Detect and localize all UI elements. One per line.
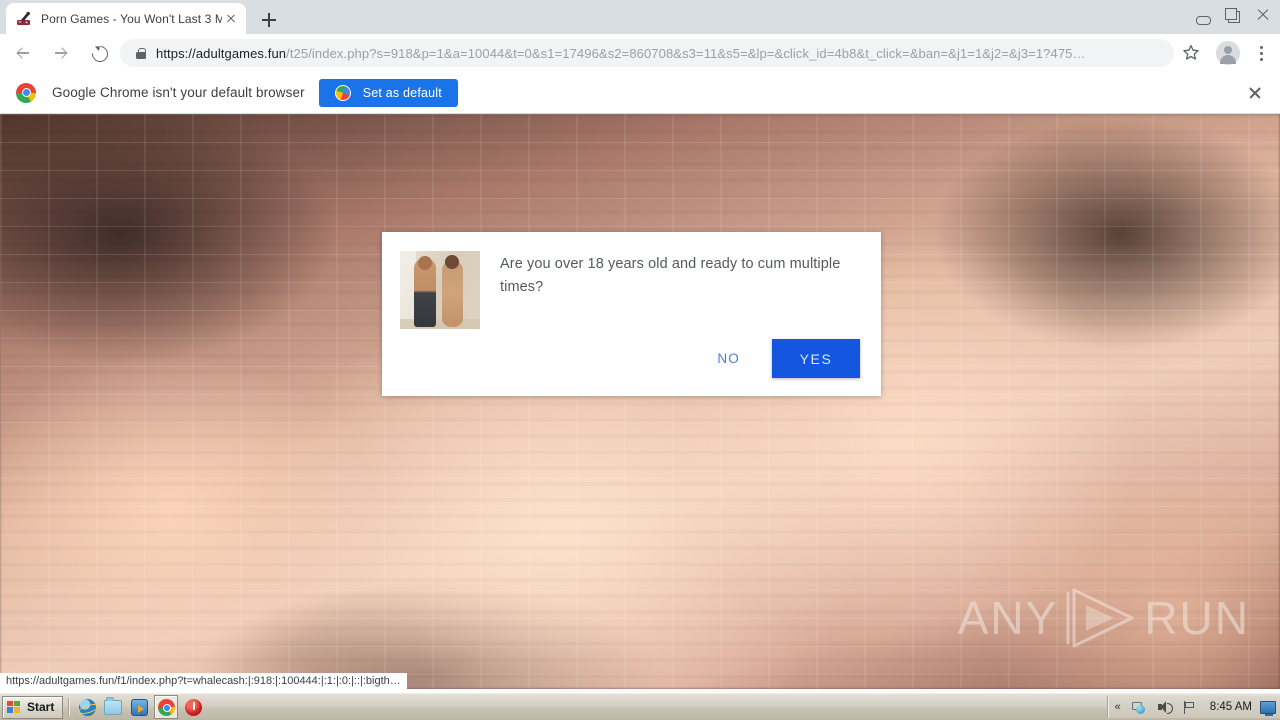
- start-button[interactable]: Start: [2, 695, 64, 719]
- link-status-bubble: https://adultgames.fun/f1/index.php?t=wh…: [0, 673, 407, 689]
- chrome-icon[interactable]: [154, 695, 179, 719]
- window-controls: [1188, 0, 1278, 30]
- arrow-left-icon: [17, 47, 29, 59]
- windows-default-apps-icon: [334, 84, 351, 101]
- close-icon[interactable]: [222, 10, 240, 28]
- avatar[interactable]: [1216, 41, 1240, 65]
- reload-icon: [88, 42, 112, 66]
- minimize-icon[interactable]: [1188, 0, 1218, 30]
- back-button[interactable]: [8, 38, 38, 68]
- chrome-menu-icon[interactable]: [1250, 40, 1272, 66]
- address-bar[interactable]: https://adultgames.fun/t25/index.php?s=9…: [120, 39, 1174, 67]
- gamepad-icon: [16, 11, 32, 27]
- default-browser-infobar: Google Chrome isn't your default browser…: [0, 72, 1280, 114]
- arrow-right-icon: [55, 47, 67, 59]
- start-label: Start: [27, 700, 55, 714]
- file-explorer-icon[interactable]: [102, 696, 124, 718]
- internet-explorer-icon[interactable]: [76, 696, 98, 718]
- chevron-expand-icon[interactable]: «: [1115, 701, 1121, 713]
- restore-icon[interactable]: [1218, 0, 1248, 30]
- display-icon[interactable]: [1260, 700, 1276, 716]
- tab-strip: Porn Games - You Won't Last 3 Minu: [0, 0, 1280, 34]
- adult-preview-thumbnail: [400, 251, 480, 329]
- url-host: adultgames.fun: [195, 45, 287, 61]
- dialog-question: Are you over 18 years old and ready to c…: [500, 256, 841, 295]
- chrome-browser-window: Porn Games - You Won't Last 3 Minu https…: [0, 0, 1280, 694]
- taskbar-divider: [68, 698, 70, 716]
- anyrun-watermark: ANY RUN: [958, 585, 1250, 651]
- close-icon[interactable]: [1246, 84, 1264, 102]
- volume-icon[interactable]: [1156, 699, 1173, 716]
- browser-toolbar: https://adultgames.fun/t25/index.php?s=9…: [0, 34, 1280, 72]
- close-icon[interactable]: [1248, 0, 1278, 30]
- age-verification-dialog: Are you over 18 years old and ready to c…: [382, 232, 881, 396]
- dialog-body: Are you over 18 years old and ready to c…: [382, 232, 881, 329]
- url-scheme-host: https://: [156, 45, 196, 61]
- set-as-default-button[interactable]: Set as default: [318, 78, 458, 107]
- page-viewport: ANY RUN Are you over 18 years old and re…: [0, 114, 1280, 689]
- bookmark-star-icon[interactable]: [1178, 40, 1204, 66]
- forward-button[interactable]: [46, 38, 76, 68]
- shutdown-icon[interactable]: [182, 696, 204, 718]
- network-icon[interactable]: [1131, 699, 1148, 716]
- screen: Porn Games - You Won't Last 3 Minu https…: [0, 0, 1280, 720]
- no-button[interactable]: NO: [699, 341, 758, 376]
- chrome-logo-icon: [16, 82, 36, 103]
- taskbar-clock[interactable]: 8:45 AM: [1210, 701, 1252, 713]
- watermark-text-left: ANY: [957, 592, 1059, 644]
- lock-icon: [134, 46, 148, 60]
- infobar-message: Google Chrome isn't your default browser: [52, 85, 305, 100]
- url-path: /t25/index.php?s=918&p=1&a=10044&t=0&s1=…: [286, 45, 1086, 61]
- windows-flag-icon: [7, 700, 22, 714]
- set-as-default-label: Set as default: [362, 85, 442, 100]
- flag-icon[interactable]: [1181, 699, 1198, 716]
- reload-button[interactable]: [84, 38, 114, 68]
- yes-button[interactable]: YES: [772, 339, 860, 378]
- windows-taskbar: Start « 8:45 AM: [0, 693, 1280, 720]
- system-tray: « 8:45 AM: [1106, 696, 1280, 718]
- browser-tab[interactable]: Porn Games - You Won't Last 3 Minu: [6, 3, 246, 34]
- new-tab-button[interactable]: [256, 7, 282, 33]
- play-triangle-icon: [1064, 585, 1138, 651]
- dialog-actions: NO YES: [699, 339, 860, 378]
- url-text: https://adultgames.fun/t25/index.php?s=9…: [156, 46, 1086, 61]
- tab-title: Porn Games - You Won't Last 3 Minu: [41, 11, 222, 26]
- watermark-text-right: RUN: [1144, 592, 1250, 644]
- media-player-icon[interactable]: [128, 696, 150, 718]
